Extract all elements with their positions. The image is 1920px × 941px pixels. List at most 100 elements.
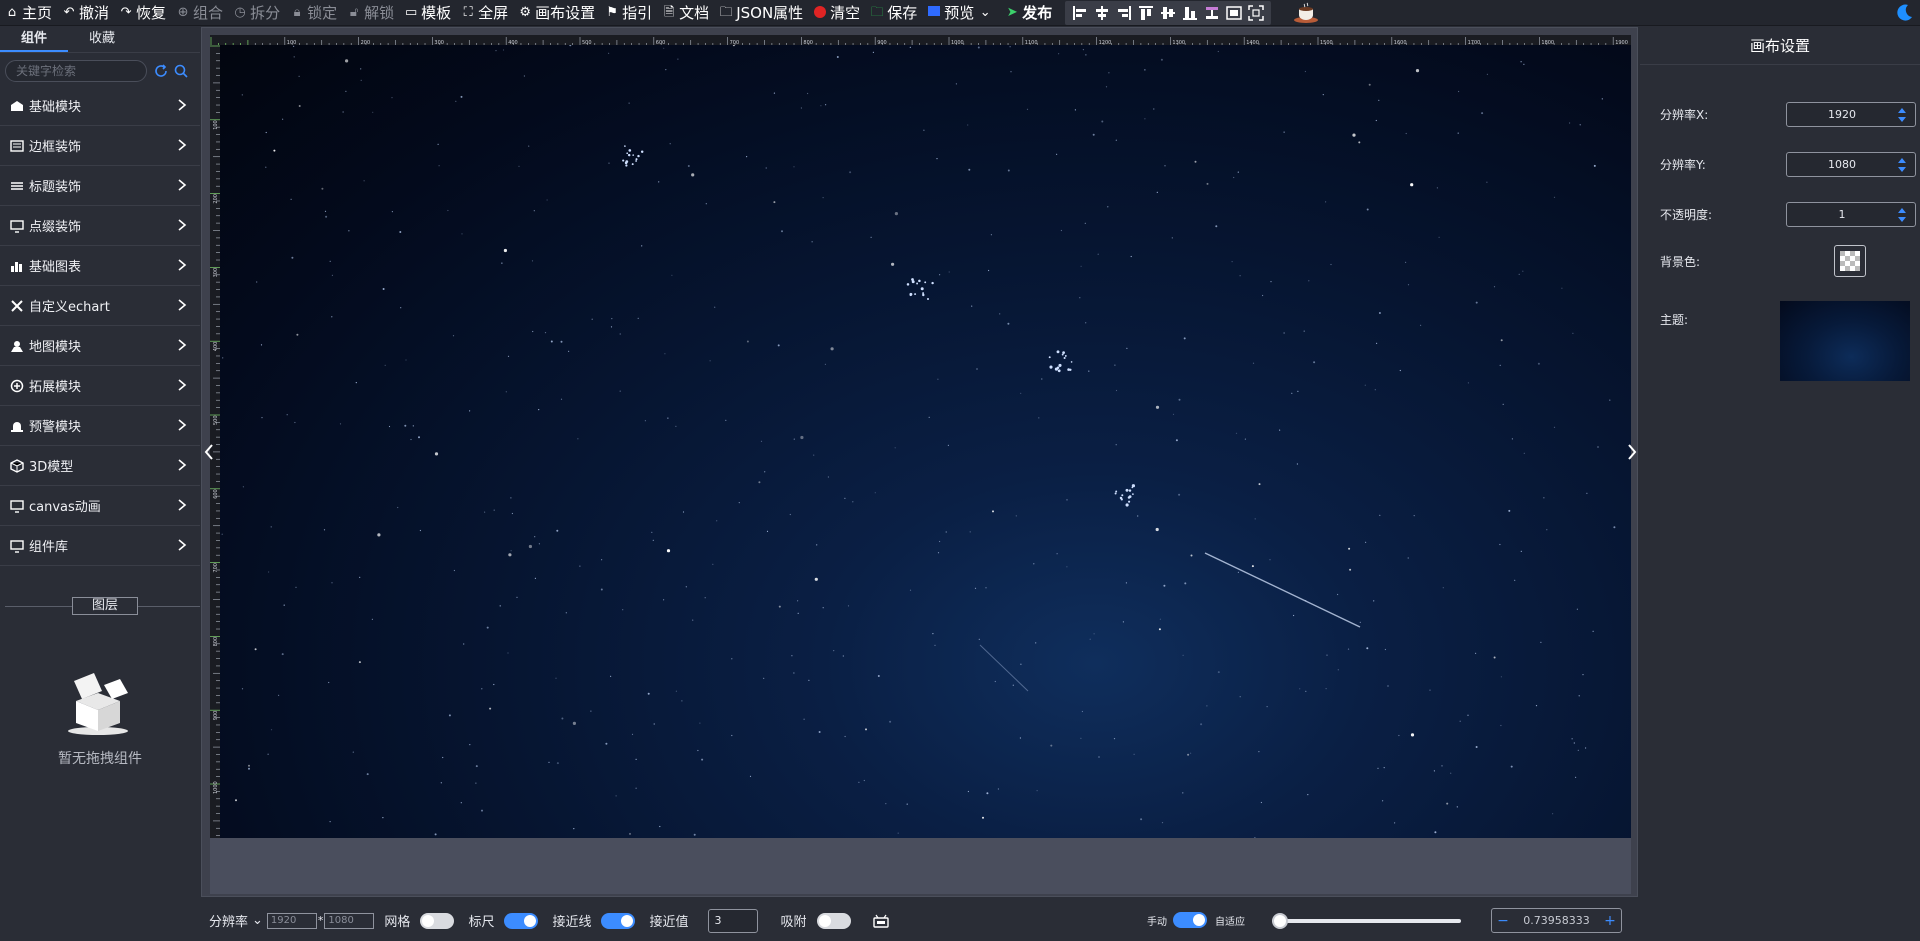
gear-icon: ⚙ bbox=[519, 4, 531, 20]
snap-value-input[interactable]: 3 bbox=[708, 908, 759, 933]
res-height-input[interactable]: 1080 bbox=[324, 912, 375, 929]
document-icon: 🗎︎ bbox=[663, 4, 675, 20]
title-icon bbox=[10, 179, 24, 193]
right-panel: 画布设置 分辨率X: 1920 分辨率Y: 1080 不透明度: 1 背景色: bbox=[1640, 27, 1920, 941]
sidebar-item-1[interactable]: 基础模块 bbox=[0, 86, 200, 126]
chevron-right-icon bbox=[178, 379, 187, 391]
horizontal-ruler[interactable]: 100 200 300 400 500 600 700 800 900 1000 1100 1200 1… bbox=[210, 35, 1631, 45]
lock-icon: 🔒︎ bbox=[293, 4, 301, 20]
sidebar-item-3[interactable]: 标题装饰 bbox=[0, 166, 200, 206]
redo-button[interactable]: ↷ 恢复 bbox=[114, 0, 171, 26]
preview-button[interactable]: 预览 ⌄ bbox=[922, 0, 1000, 26]
search-icon[interactable] bbox=[173, 63, 189, 79]
sidebar-item-2[interactable]: 边框装饰 bbox=[0, 126, 200, 166]
adsorb-toggle[interactable] bbox=[816, 912, 851, 929]
chevron-right-icon bbox=[178, 99, 187, 111]
template-button[interactable]: ▭ 模板 bbox=[399, 0, 456, 26]
cube-icon bbox=[10, 458, 24, 473]
ruler-toggle[interactable] bbox=[504, 912, 539, 929]
guide-toggle[interactable] bbox=[601, 912, 636, 929]
sidebar-item-10[interactable]: 3D模型 bbox=[0, 446, 200, 486]
group-button[interactable]: ⊕ 组合 bbox=[171, 0, 228, 26]
guide-label: 接近线 bbox=[552, 915, 592, 930]
canvas-settings-button[interactable]: ⚙ 画布设置 bbox=[513, 0, 600, 26]
chevron-down-icon[interactable]: ⌄ bbox=[252, 913, 263, 928]
bg-color-picker[interactable] bbox=[1834, 245, 1866, 277]
search-input[interactable] bbox=[5, 60, 147, 82]
res-x-input[interactable]: 1920 bbox=[1786, 102, 1916, 127]
sidebar-item-5[interactable]: 基础图表 bbox=[0, 246, 200, 286]
sidebar-item-label: canvas动画 bbox=[29, 500, 101, 515]
group-icon: ⊕ bbox=[177, 4, 189, 20]
opacity-label: 不透明度: bbox=[1660, 208, 1713, 222]
chevron-right-icon bbox=[178, 459, 187, 471]
res-y-input[interactable]: 1080 bbox=[1786, 152, 1916, 177]
align-center-v-icon[interactable] bbox=[1157, 3, 1179, 23]
map-icon bbox=[10, 339, 24, 353]
distribute-h-icon[interactable] bbox=[1223, 3, 1245, 23]
sidebar-item-7[interactable]: 地图模块 bbox=[0, 326, 200, 366]
unlock-button[interactable]: 🔓︎ 解锁 bbox=[342, 0, 399, 26]
sidebar-item-12[interactable]: 组件库 bbox=[0, 526, 200, 566]
res-width-input[interactable]: 1920 bbox=[266, 912, 317, 929]
sidebar-item-8[interactable]: 拓展模块 bbox=[0, 366, 200, 406]
zoom-slider-thumb[interactable] bbox=[1272, 913, 1288, 929]
spinner-icon[interactable] bbox=[1897, 106, 1907, 124]
adsorb-label: 吸附 bbox=[780, 915, 807, 930]
lock-button[interactable]: 🔒︎ 锁定 bbox=[285, 0, 342, 26]
sidebar-item-11[interactable]: canvas动画 bbox=[0, 486, 200, 526]
grid-toggle[interactable] bbox=[420, 912, 455, 929]
spinner-icon[interactable] bbox=[1897, 156, 1907, 174]
align-right-icon[interactable] bbox=[1113, 3, 1135, 23]
fit-screen-icon[interactable] bbox=[1245, 3, 1267, 23]
ruler-label: 1000 bbox=[213, 781, 219, 794]
undo-button[interactable]: ↶ 撤消 bbox=[57, 0, 114, 26]
zoom-minus-button[interactable]: − bbox=[1492, 913, 1514, 929]
res-x-label: 分辨率X: bbox=[1660, 108, 1709, 122]
moon-icon[interactable] bbox=[1894, 3, 1914, 23]
zoom-input[interactable]: − 0.73958333 + bbox=[1491, 908, 1622, 933]
sidebar-item-9[interactable]: 预警模块 bbox=[0, 406, 200, 446]
sidebar-item-6[interactable]: 自定义echart bbox=[0, 286, 200, 326]
ruler-label: 700 bbox=[213, 563, 219, 573]
save-button[interactable]: 🗀︎ 保存 bbox=[865, 0, 922, 26]
json-properties-button[interactable]: 🗀︎ JSON属性 bbox=[714, 0, 808, 26]
bg-color-label: 背景色: bbox=[1660, 254, 1701, 269]
fullscreen-button[interactable]: ⛶ 全屏 bbox=[456, 0, 513, 26]
extend-icon bbox=[10, 379, 24, 393]
layer-title: 图层 bbox=[72, 597, 138, 615]
manual-auto-toggle[interactable] bbox=[1173, 912, 1207, 928]
zoom-plus-button[interactable]: + bbox=[1599, 913, 1621, 929]
guide-button[interactable]: ⚑ 指引 bbox=[600, 0, 657, 26]
coffee-icon[interactable] bbox=[1293, 2, 1319, 24]
chevron-right-icon bbox=[178, 419, 187, 431]
sidebar-item-label: 拓展模块 bbox=[29, 380, 82, 395]
clear-button[interactable]: 清空 bbox=[808, 0, 865, 26]
spinner-icon[interactable] bbox=[1897, 206, 1907, 224]
sidebar-item-4[interactable]: 点缀装饰 bbox=[0, 206, 200, 246]
border-icon bbox=[10, 139, 24, 153]
empty-text: 暂无拖拽组件 bbox=[58, 751, 142, 767]
opacity-input[interactable]: 1 bbox=[1786, 202, 1916, 227]
refresh-icon[interactable] bbox=[153, 63, 169, 79]
align-bottom-icon[interactable] bbox=[1179, 3, 1201, 23]
distribute-v-icon[interactable] bbox=[1201, 3, 1223, 23]
collapse-right-icon[interactable] bbox=[1625, 442, 1639, 462]
home-button[interactable]: ⌂ 主页 bbox=[0, 0, 57, 26]
keyboard-icon[interactable] bbox=[872, 913, 889, 929]
theme-thumbnail[interactable] bbox=[1780, 301, 1910, 381]
tab-favorites[interactable]: 收藏 bbox=[68, 27, 136, 52]
zoom-slider-track[interactable] bbox=[1272, 919, 1461, 923]
align-center-h-icon[interactable] bbox=[1091, 3, 1113, 23]
collapse-left-icon[interactable] bbox=[202, 442, 216, 462]
ruler-label: 900 bbox=[213, 711, 219, 721]
design-canvas[interactable] bbox=[220, 45, 1631, 838]
tab-components[interactable]: 组件 bbox=[0, 27, 68, 52]
document-button[interactable]: 🗎︎ 文档 bbox=[657, 0, 714, 26]
align-top-icon[interactable] bbox=[1135, 3, 1157, 23]
publish-button[interactable]: ➤ 发布 bbox=[1000, 0, 1057, 26]
align-left-icon[interactable] bbox=[1069, 3, 1091, 23]
split-button[interactable]: ◷ 拆分 bbox=[228, 0, 285, 26]
empty-box-icon bbox=[60, 667, 140, 737]
chevron-right-icon bbox=[178, 259, 187, 271]
